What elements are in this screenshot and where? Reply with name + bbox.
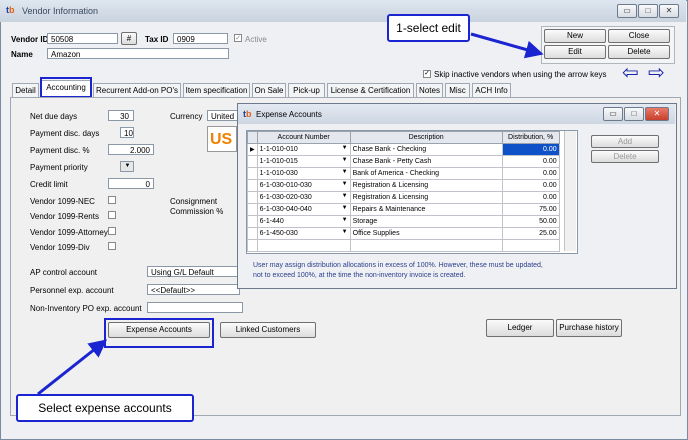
arrow-to-expense-accounts-icon — [37, 339, 108, 396]
arrow-to-edit-icon — [470, 32, 544, 59]
annotation-arrows — [37, 32, 544, 396]
